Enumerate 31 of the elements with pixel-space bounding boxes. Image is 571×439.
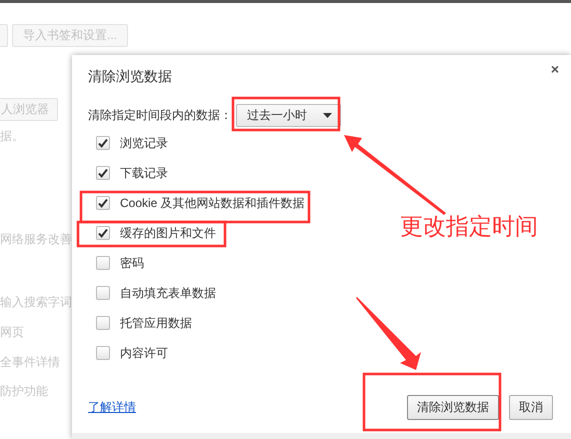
checkbox-label: Cookie 及其他网站数据和插件数据	[120, 194, 305, 212]
cancel-button[interactable]: 取消	[509, 395, 553, 420]
setting-text: 全事件详情	[0, 355, 60, 369]
checkbox[interactable]	[96, 346, 110, 360]
setting-text: 网页	[0, 325, 24, 339]
checkbox-label: 自动填充表单数据	[120, 284, 216, 302]
learn-more-link[interactable]: 了解详情	[88, 399, 136, 416]
checkbox[interactable]	[96, 196, 110, 210]
checkbox-label: 下载记录	[120, 164, 168, 182]
time-range-label: 清除指定时间段内的数据：	[88, 107, 232, 124]
dialog-title: 清除浏览数据	[88, 67, 173, 86]
setting-text: 据。	[0, 129, 24, 143]
close-button[interactable]: ×	[546, 61, 563, 77]
checkbox[interactable]	[96, 316, 110, 330]
setting-text: 防护功能	[0, 384, 48, 398]
caret-icon	[323, 113, 332, 118]
checkbox-label: 浏览记录	[120, 134, 168, 152]
checkbox[interactable]	[96, 136, 110, 150]
checkbox[interactable]	[96, 286, 110, 300]
checkbox[interactable]	[96, 226, 110, 240]
checkbox[interactable]	[96, 166, 110, 180]
annotation-text: 更改指定时间	[400, 213, 538, 242]
checkbox[interactable]	[96, 256, 110, 270]
checkbox-label: 托管应用数据	[120, 314, 192, 332]
time-range-dropdown[interactable]: 过去一小时	[236, 104, 341, 127]
checkbox-label: 内容许可	[120, 344, 168, 362]
setting-text: 输入搜索字词	[0, 295, 72, 309]
clear-data-button[interactable]: 清除浏览数据	[407, 395, 499, 420]
checkbox-label: 缓存的图片和文件	[120, 224, 216, 242]
checkbox-label: 密码	[120, 254, 144, 272]
setting-text: 网络服务改善	[0, 232, 72, 246]
